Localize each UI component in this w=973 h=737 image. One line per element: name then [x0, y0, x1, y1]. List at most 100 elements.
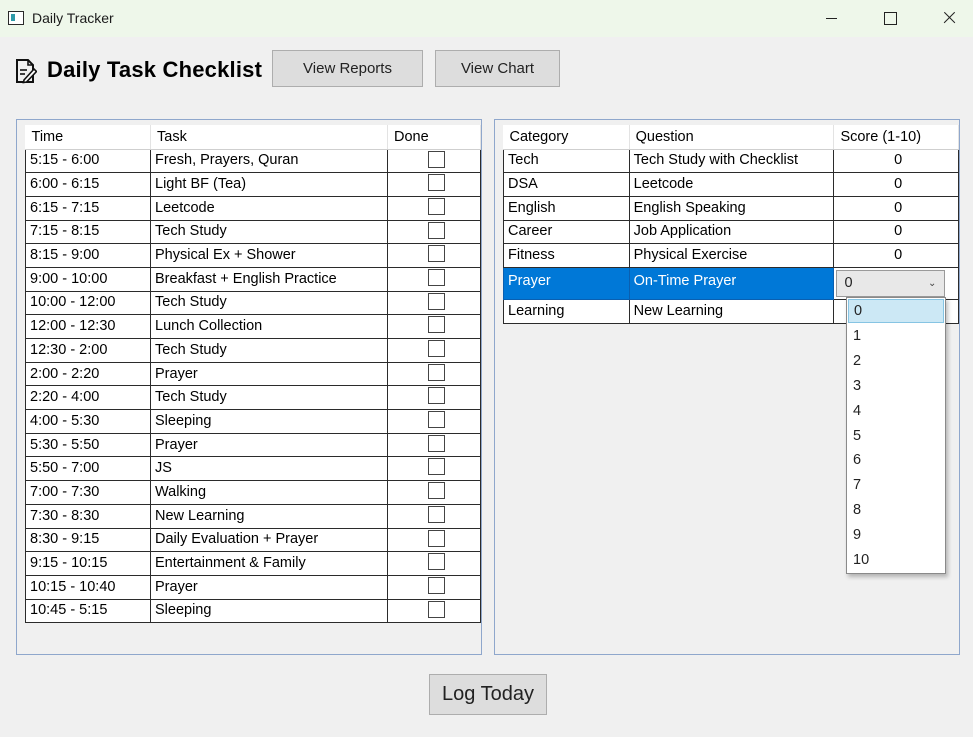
done-checkbox[interactable]	[427, 363, 445, 381]
done-checkbox[interactable]	[427, 387, 445, 405]
column-header-time[interactable]: Time	[25, 125, 151, 150]
minimize-icon[interactable]	[808, 0, 854, 37]
maximize-icon[interactable]	[866, 0, 912, 37]
done-checkbox[interactable]	[427, 245, 445, 263]
score-cell[interactable]: 0	[833, 148, 959, 174]
dropdown-option[interactable]: 0	[848, 299, 944, 323]
score-cell[interactable]: 0	[833, 243, 959, 268]
done-checkbox[interactable]	[427, 458, 445, 476]
done-checkbox[interactable]	[427, 174, 445, 192]
done-checkbox[interactable]	[427, 411, 445, 429]
table-row[interactable]: 5:15 - 6:00 Fresh, Prayers, Quran	[25, 148, 481, 174]
column-header-task[interactable]: Task	[150, 125, 388, 150]
table-row[interactable]: 2:20 - 4:00 Tech Study	[25, 385, 481, 411]
score-dropdown-list[interactable]: 0 1 2 3 4 5 6 7 8 9 10	[846, 297, 946, 574]
column-header-category[interactable]: Category	[503, 125, 630, 150]
task-cell: Lunch Collection	[150, 314, 388, 339]
dropdown-option[interactable]: 2	[847, 349, 945, 374]
chevron-down-icon[interactable]: ⌄	[928, 271, 936, 296]
dropdown-option[interactable]: 9	[847, 523, 945, 548]
done-checkbox[interactable]	[427, 434, 445, 452]
dropdown-option[interactable]: 6	[847, 448, 945, 473]
log-today-button[interactable]: Log Today	[429, 674, 547, 715]
category-cell: DSA	[503, 172, 630, 197]
column-header-question[interactable]: Question	[629, 125, 835, 150]
table-row[interactable]: 9:15 - 10:15 Entertainment & Family	[25, 551, 481, 576]
time-cell: 10:45 - 5:15	[25, 598, 151, 624]
score-cell[interactable]: 0	[833, 219, 959, 245]
column-header-score[interactable]: Score (1-10)	[833, 125, 959, 150]
task-cell: Breakfast + English Practice	[150, 266, 388, 292]
table-row[interactable]: 6:00 - 6:15 Light BF (Tea)	[25, 172, 481, 197]
table-row[interactable]: 4:00 - 5:30 Sleeping	[25, 409, 481, 434]
done-checkbox[interactable]	[427, 268, 445, 286]
table-row[interactable]: Fitness Physical Exercise 0	[503, 243, 959, 268]
table-row[interactable]: DSA Leetcode 0	[503, 172, 959, 197]
task-cell: Prayer	[150, 361, 388, 387]
dropdown-option[interactable]: 8	[847, 498, 945, 523]
dropdown-option[interactable]: 3	[847, 374, 945, 399]
time-cell: 6:15 - 7:15	[25, 195, 151, 221]
table-row[interactable]: 8:15 - 9:00 Physical Ex + Shower	[25, 243, 481, 268]
task-cell: Prayer	[150, 574, 388, 600]
table-row[interactable]: 10:45 - 5:15 Sleeping	[25, 598, 481, 624]
done-checkbox[interactable]	[427, 340, 445, 358]
done-checkbox[interactable]	[427, 553, 445, 571]
table-row[interactable]: 2:00 - 2:20 Prayer	[25, 361, 481, 387]
done-cell	[387, 409, 481, 434]
score-cell: 0 ⌄	[833, 266, 959, 300]
dropdown-option[interactable]: 7	[847, 473, 945, 498]
table-row[interactable]: 8:30 - 9:15 Daily Evaluation + Prayer	[25, 527, 481, 553]
dropdown-option[interactable]: 5	[847, 424, 945, 449]
table-row[interactable]: 5:30 - 5:50 Prayer	[25, 432, 481, 458]
dropdown-option[interactable]: 10	[847, 548, 945, 573]
done-checkbox[interactable]	[427, 150, 445, 168]
table-row[interactable]: 7:15 - 8:15 Tech Study	[25, 219, 481, 245]
done-checkbox[interactable]	[427, 197, 445, 215]
question-cell: Job Application	[628, 219, 835, 245]
table-row[interactable]: Tech Tech Study with Checklist 0	[503, 148, 959, 174]
done-checkbox[interactable]	[427, 482, 445, 500]
done-checkbox[interactable]	[427, 505, 445, 523]
column-header-done[interactable]: Done	[387, 125, 481, 150]
table-row[interactable]: Career Job Application 0	[503, 219, 959, 245]
table-row[interactable]: 7:00 - 7:30 Walking	[25, 480, 481, 505]
score-combobox[interactable]: 0 ⌄	[836, 269, 946, 297]
table-row[interactable]: 6:15 - 7:15 Leetcode	[25, 195, 481, 221]
task-cell: Leetcode	[150, 195, 388, 221]
time-cell: 10:15 - 10:40	[25, 574, 151, 600]
score-cell[interactable]: 0	[833, 172, 959, 197]
done-checkbox[interactable]	[427, 221, 445, 239]
table-row[interactable]: 7:30 - 8:30 New Learning	[25, 503, 481, 529]
done-cell	[387, 480, 481, 505]
score-cell[interactable]: 0	[833, 195, 959, 221]
close-icon[interactable]	[925, 0, 971, 37]
view-reports-button[interactable]: View Reports	[272, 50, 423, 87]
table-row[interactable]: 12:30 - 2:00 Tech Study	[25, 338, 481, 363]
done-checkbox[interactable]	[427, 316, 445, 334]
done-checkbox[interactable]	[427, 576, 445, 594]
table-row[interactable]: 12:00 - 12:30 Lunch Collection	[25, 314, 481, 339]
done-cell	[387, 385, 481, 411]
done-cell	[387, 314, 481, 339]
table-row[interactable]: 10:00 - 12:00 Tech Study	[25, 290, 481, 316]
table-row[interactable]: 10:15 - 10:40 Prayer	[25, 574, 481, 600]
dropdown-option[interactable]: 1	[847, 324, 945, 349]
done-checkbox[interactable]	[427, 292, 445, 310]
score-combobox-value: 0	[844, 274, 853, 291]
done-cell	[387, 243, 481, 268]
table-row[interactable]: 5:50 - 7:00 JS	[25, 456, 481, 482]
view-chart-button[interactable]: View Chart	[435, 50, 560, 87]
task-cell: New Learning	[150, 503, 388, 529]
time-cell: 2:20 - 4:00	[25, 385, 151, 411]
task-cell: Physical Ex + Shower	[150, 243, 388, 268]
table-row-selected[interactable]: Prayer On-Time Prayer 0 ⌄	[503, 266, 959, 300]
table-row[interactable]: English English Speaking 0	[503, 195, 959, 221]
done-checkbox[interactable]	[427, 529, 445, 547]
category-cell: Learning	[503, 298, 630, 324]
task-cell: Tech Study	[150, 385, 388, 411]
dropdown-option[interactable]: 4	[847, 399, 945, 424]
done-cell	[387, 503, 481, 529]
table-row[interactable]: 9:00 - 10:00 Breakfast + English Practice	[25, 266, 481, 292]
done-checkbox[interactable]	[427, 600, 445, 618]
